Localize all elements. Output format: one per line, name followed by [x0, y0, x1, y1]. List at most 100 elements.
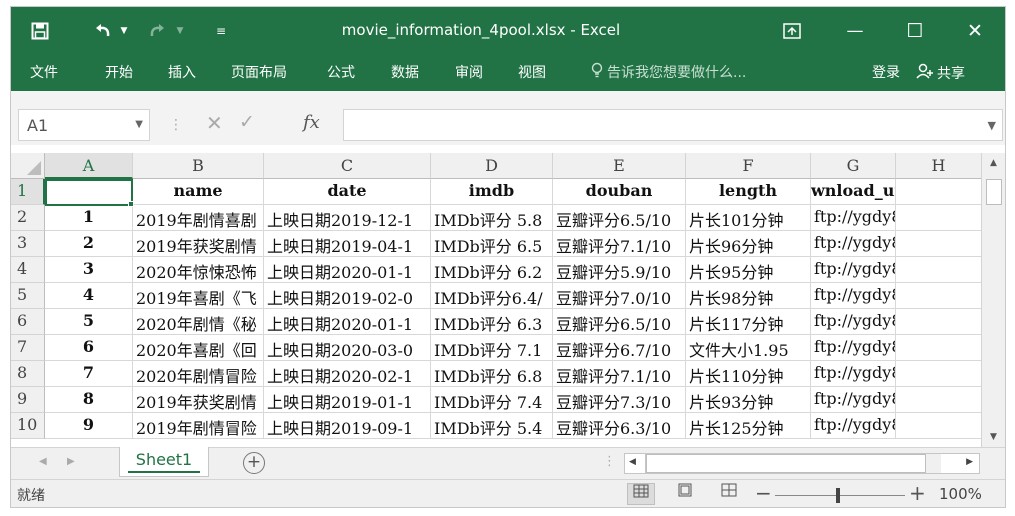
table-cell[interactable]: 豆瓣评分7.1/10 — [553, 231, 686, 257]
column-header-c[interactable]: C — [264, 153, 431, 179]
header-cell[interactable] — [896, 179, 981, 205]
vertical-scrollbar[interactable]: ▲ ▼ — [981, 153, 1005, 447]
save-icon[interactable] — [25, 17, 55, 45]
share-button[interactable]: 共享 — [916, 59, 965, 87]
table-cell[interactable] — [896, 231, 981, 257]
table-cell[interactable]: 2 — [45, 231, 133, 257]
header-cell[interactable]: wnload_url — [811, 179, 896, 205]
header-cell[interactable]: length — [686, 179, 811, 205]
table-cell[interactable] — [896, 283, 981, 309]
table-cell[interactable]: ftp://ygdy8:ygdy8 — [811, 361, 896, 387]
table-cell[interactable]: 1 — [45, 205, 133, 231]
table-cell[interactable]: 上映日期2020-02-1 — [264, 361, 431, 387]
table-cell[interactable]: 2020年剧情《秘 — [133, 309, 264, 335]
row-header[interactable]: 9 — [11, 387, 45, 413]
header-cell[interactable]: imdb — [431, 179, 553, 205]
table-cell[interactable]: 8 — [45, 387, 133, 413]
table-cell[interactable]: 文件大小1.95 — [686, 335, 811, 361]
table-cell[interactable]: 2019年剧情喜剧 — [133, 205, 264, 231]
row-header[interactable]: 4 — [11, 257, 45, 283]
column-header-f[interactable]: F — [686, 153, 811, 179]
table-cell[interactable] — [896, 335, 981, 361]
name-box[interactable]: A1 ▼ — [18, 109, 150, 141]
table-cell[interactable]: 5 — [45, 309, 133, 335]
enter-icon[interactable]: ✓ — [239, 111, 255, 133]
table-cell[interactable]: 豆瓣评分6.5/10 — [553, 309, 686, 335]
scroll-up-icon[interactable]: ▲ — [982, 153, 1005, 173]
table-cell[interactable]: 豆瓣评分7.0/10 — [553, 283, 686, 309]
table-cell[interactable]: IMDb评分 6.8 — [431, 361, 553, 387]
zoom-slider[interactable] — [775, 495, 905, 496]
add-sheet-icon[interactable]: + — [243, 452, 265, 474]
table-cell[interactable]: ftp://ygdy8:ygdy8 — [811, 231, 896, 257]
table-cell[interactable] — [896, 309, 981, 335]
table-cell[interactable]: 9 — [45, 413, 133, 439]
scroll-down-icon[interactable]: ▼ — [982, 427, 1005, 447]
table-cell[interactable]: 片长125分钟 — [686, 413, 811, 439]
header-cell[interactable]: name — [133, 179, 264, 205]
column-header-d[interactable]: D — [431, 153, 553, 179]
table-cell[interactable]: ftp://ygdy8:ygdy8 — [811, 309, 896, 335]
select-all-button[interactable] — [11, 153, 45, 179]
table-cell[interactable]: IMDb评分6.4/ — [431, 283, 553, 309]
table-cell[interactable]: ftp://ygdy8:ygdy8 — [811, 283, 896, 309]
vertical-scroll-thumb[interactable] — [986, 179, 1002, 205]
horizontal-scroll-thumb[interactable] — [646, 454, 926, 473]
table-cell[interactable]: 7 — [45, 361, 133, 387]
scroll-left-icon[interactable]: ◀ — [629, 457, 636, 467]
table-cell[interactable]: 上映日期2020-01-1 — [264, 309, 431, 335]
cancel-icon[interactable]: ✕ — [206, 111, 223, 135]
table-cell[interactable]: ftp://ygdy8:ygdy8 — [811, 205, 896, 231]
table-cell[interactable]: 3 — [45, 257, 133, 283]
zoom-out-icon[interactable]: − — [755, 481, 772, 505]
customize-qat-icon[interactable]: ≡ — [211, 17, 231, 45]
table-cell[interactable]: IMDb评分 6.5 — [431, 231, 553, 257]
zoom-level[interactable]: 100% — [939, 485, 982, 503]
tab-file[interactable]: 文件 — [30, 62, 58, 82]
sheet-tab-sheet1[interactable]: Sheet1 — [119, 447, 209, 477]
normal-view-icon[interactable] — [627, 483, 655, 505]
row-header[interactable]: 5 — [11, 283, 45, 309]
table-cell[interactable]: ftp://ygdy8:ygdy8 — [811, 335, 896, 361]
page-layout-view-icon[interactable] — [671, 483, 699, 505]
table-cell[interactable]: 2019年获奖剧情 — [133, 231, 264, 257]
row-header[interactable]: 2 — [11, 205, 45, 231]
column-header-b[interactable]: B — [133, 153, 264, 179]
table-cell[interactable]: IMDb评分 7.4 — [431, 387, 553, 413]
table-cell[interactable]: 片长98分钟 — [686, 283, 811, 309]
login-link[interactable]: 登录 — [872, 62, 900, 82]
column-header-a[interactable]: A — [45, 153, 133, 179]
table-cell[interactable]: 2020年剧情冒险 — [133, 361, 264, 387]
table-cell[interactable] — [896, 205, 981, 231]
spreadsheet-grid[interactable]: A B C D E F G H 1 name date imdb douban length wnload_… — [11, 153, 981, 447]
table-cell[interactable] — [896, 361, 981, 387]
table-cell[interactable]: 4 — [45, 283, 133, 309]
chevron-down-icon[interactable]: ▼ — [988, 119, 996, 132]
undo-dropdown-icon[interactable]: ▼ — [117, 17, 131, 45]
fill-handle[interactable] — [128, 201, 134, 207]
tab-review[interactable]: 审阅 — [455, 62, 483, 82]
table-cell[interactable]: IMDb评分 5.4 — [431, 413, 553, 439]
table-cell[interactable] — [896, 413, 981, 439]
table-cell[interactable]: IMDb评分 6.2 — [431, 257, 553, 283]
chevron-down-icon[interactable]: ▼ — [135, 119, 143, 130]
tab-scroll-right-icon[interactable]: ▶ — [67, 456, 75, 467]
tab-home[interactable]: 开始 — [105, 62, 133, 82]
table-cell[interactable]: IMDb评分 6.3 — [431, 309, 553, 335]
table-cell[interactable]: 上映日期2019-01-1 — [264, 387, 431, 413]
table-cell[interactable]: 2019年喜剧《飞 — [133, 283, 264, 309]
table-cell[interactable]: 豆瓣评分7.3/10 — [553, 387, 686, 413]
tab-data[interactable]: 数据 — [391, 62, 419, 82]
zoom-in-icon[interactable]: + — [909, 481, 926, 505]
table-cell[interactable]: ftp://ygdy8:ygdy8 — [811, 387, 896, 413]
minimize-icon[interactable]: — — [837, 17, 873, 45]
table-cell[interactable]: IMDb评分 5.8 — [431, 205, 553, 231]
table-cell[interactable]: 豆瓣评分6.5/10 — [553, 205, 686, 231]
table-cell[interactable]: 豆瓣评分6.7/10 — [553, 335, 686, 361]
table-cell[interactable]: 上映日期2019-04-1 — [264, 231, 431, 257]
ribbon-display-icon[interactable] — [777, 17, 807, 45]
table-cell[interactable]: 上映日期2019-02-0 — [264, 283, 431, 309]
table-cell[interactable] — [896, 387, 981, 413]
scroll-right-icon[interactable]: ▶ — [966, 457, 973, 467]
horizontal-scrollbar[interactable]: ◀ ▶ — [624, 453, 980, 474]
